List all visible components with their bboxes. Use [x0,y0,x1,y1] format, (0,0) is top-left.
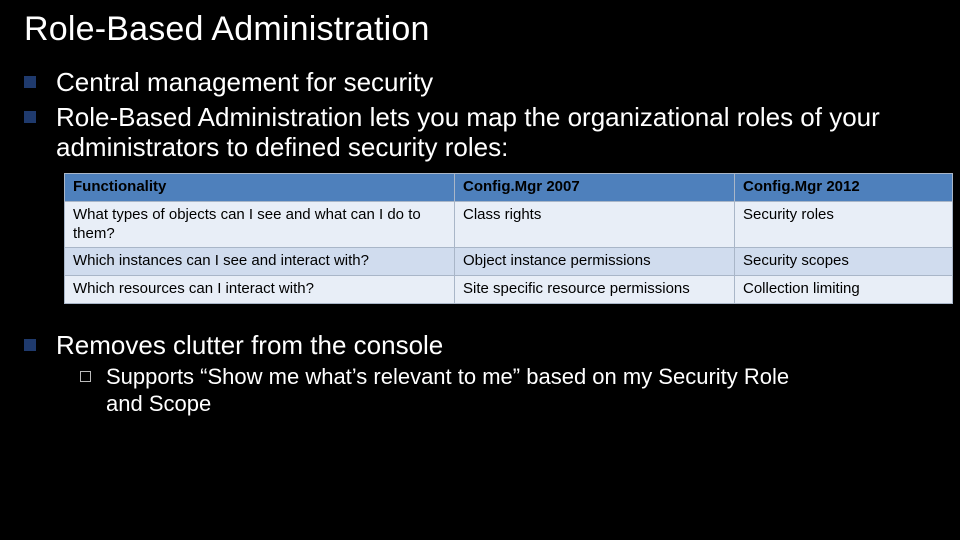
table-header: Config.Mgr 2007 [455,174,735,202]
table-header: Config.Mgr 2012 [735,174,953,202]
table-cell: Collection limiting [735,276,953,304]
table-row: Which resources can I interact with? Sit… [65,276,953,304]
table-cell: Security roles [735,201,953,248]
page-title: Role-Based Administration [24,10,936,49]
table-cell: Site specific resource permissions [455,276,735,304]
bullet-list: Removes clutter from the console Support… [24,330,936,417]
bullet-item: Central management for security [24,67,936,98]
slide: Role-Based Administration Central manage… [0,0,960,540]
table-cell: Object instance permissions [455,248,735,276]
sub-bullet-text: Supports “ [106,364,208,389]
table-row: What types of objects can I see and what… [65,201,953,248]
table-header: Functionality [65,174,455,202]
bullet-list: Central management for security Role-Bas… [24,67,936,163]
spacer [24,316,936,330]
sub-bullet-quote: Show me what’s relevant to me [208,364,513,389]
bullet-item: Removes clutter from the console [24,330,936,361]
table-cell: Which resources can I interact with? [65,276,455,304]
table-header-row: Functionality Config.Mgr 2007 Config.Mgr… [65,174,953,202]
sub-bullet-item: Supports “Show me what’s relevant to me”… [80,364,806,417]
table-cell: Which instances can I see and interact w… [65,248,455,276]
table-cell: Class rights [455,201,735,248]
table-cell: What types of objects can I see and what… [65,201,455,248]
comparison-table: Functionality Config.Mgr 2007 Config.Mgr… [64,173,953,304]
table-cell: Security scopes [735,248,953,276]
bullet-item: Role-Based Administration lets you map t… [24,102,936,163]
comparison-table-wrap: Functionality Config.Mgr 2007 Config.Mgr… [64,173,952,304]
table-row: Which instances can I see and interact w… [65,248,953,276]
